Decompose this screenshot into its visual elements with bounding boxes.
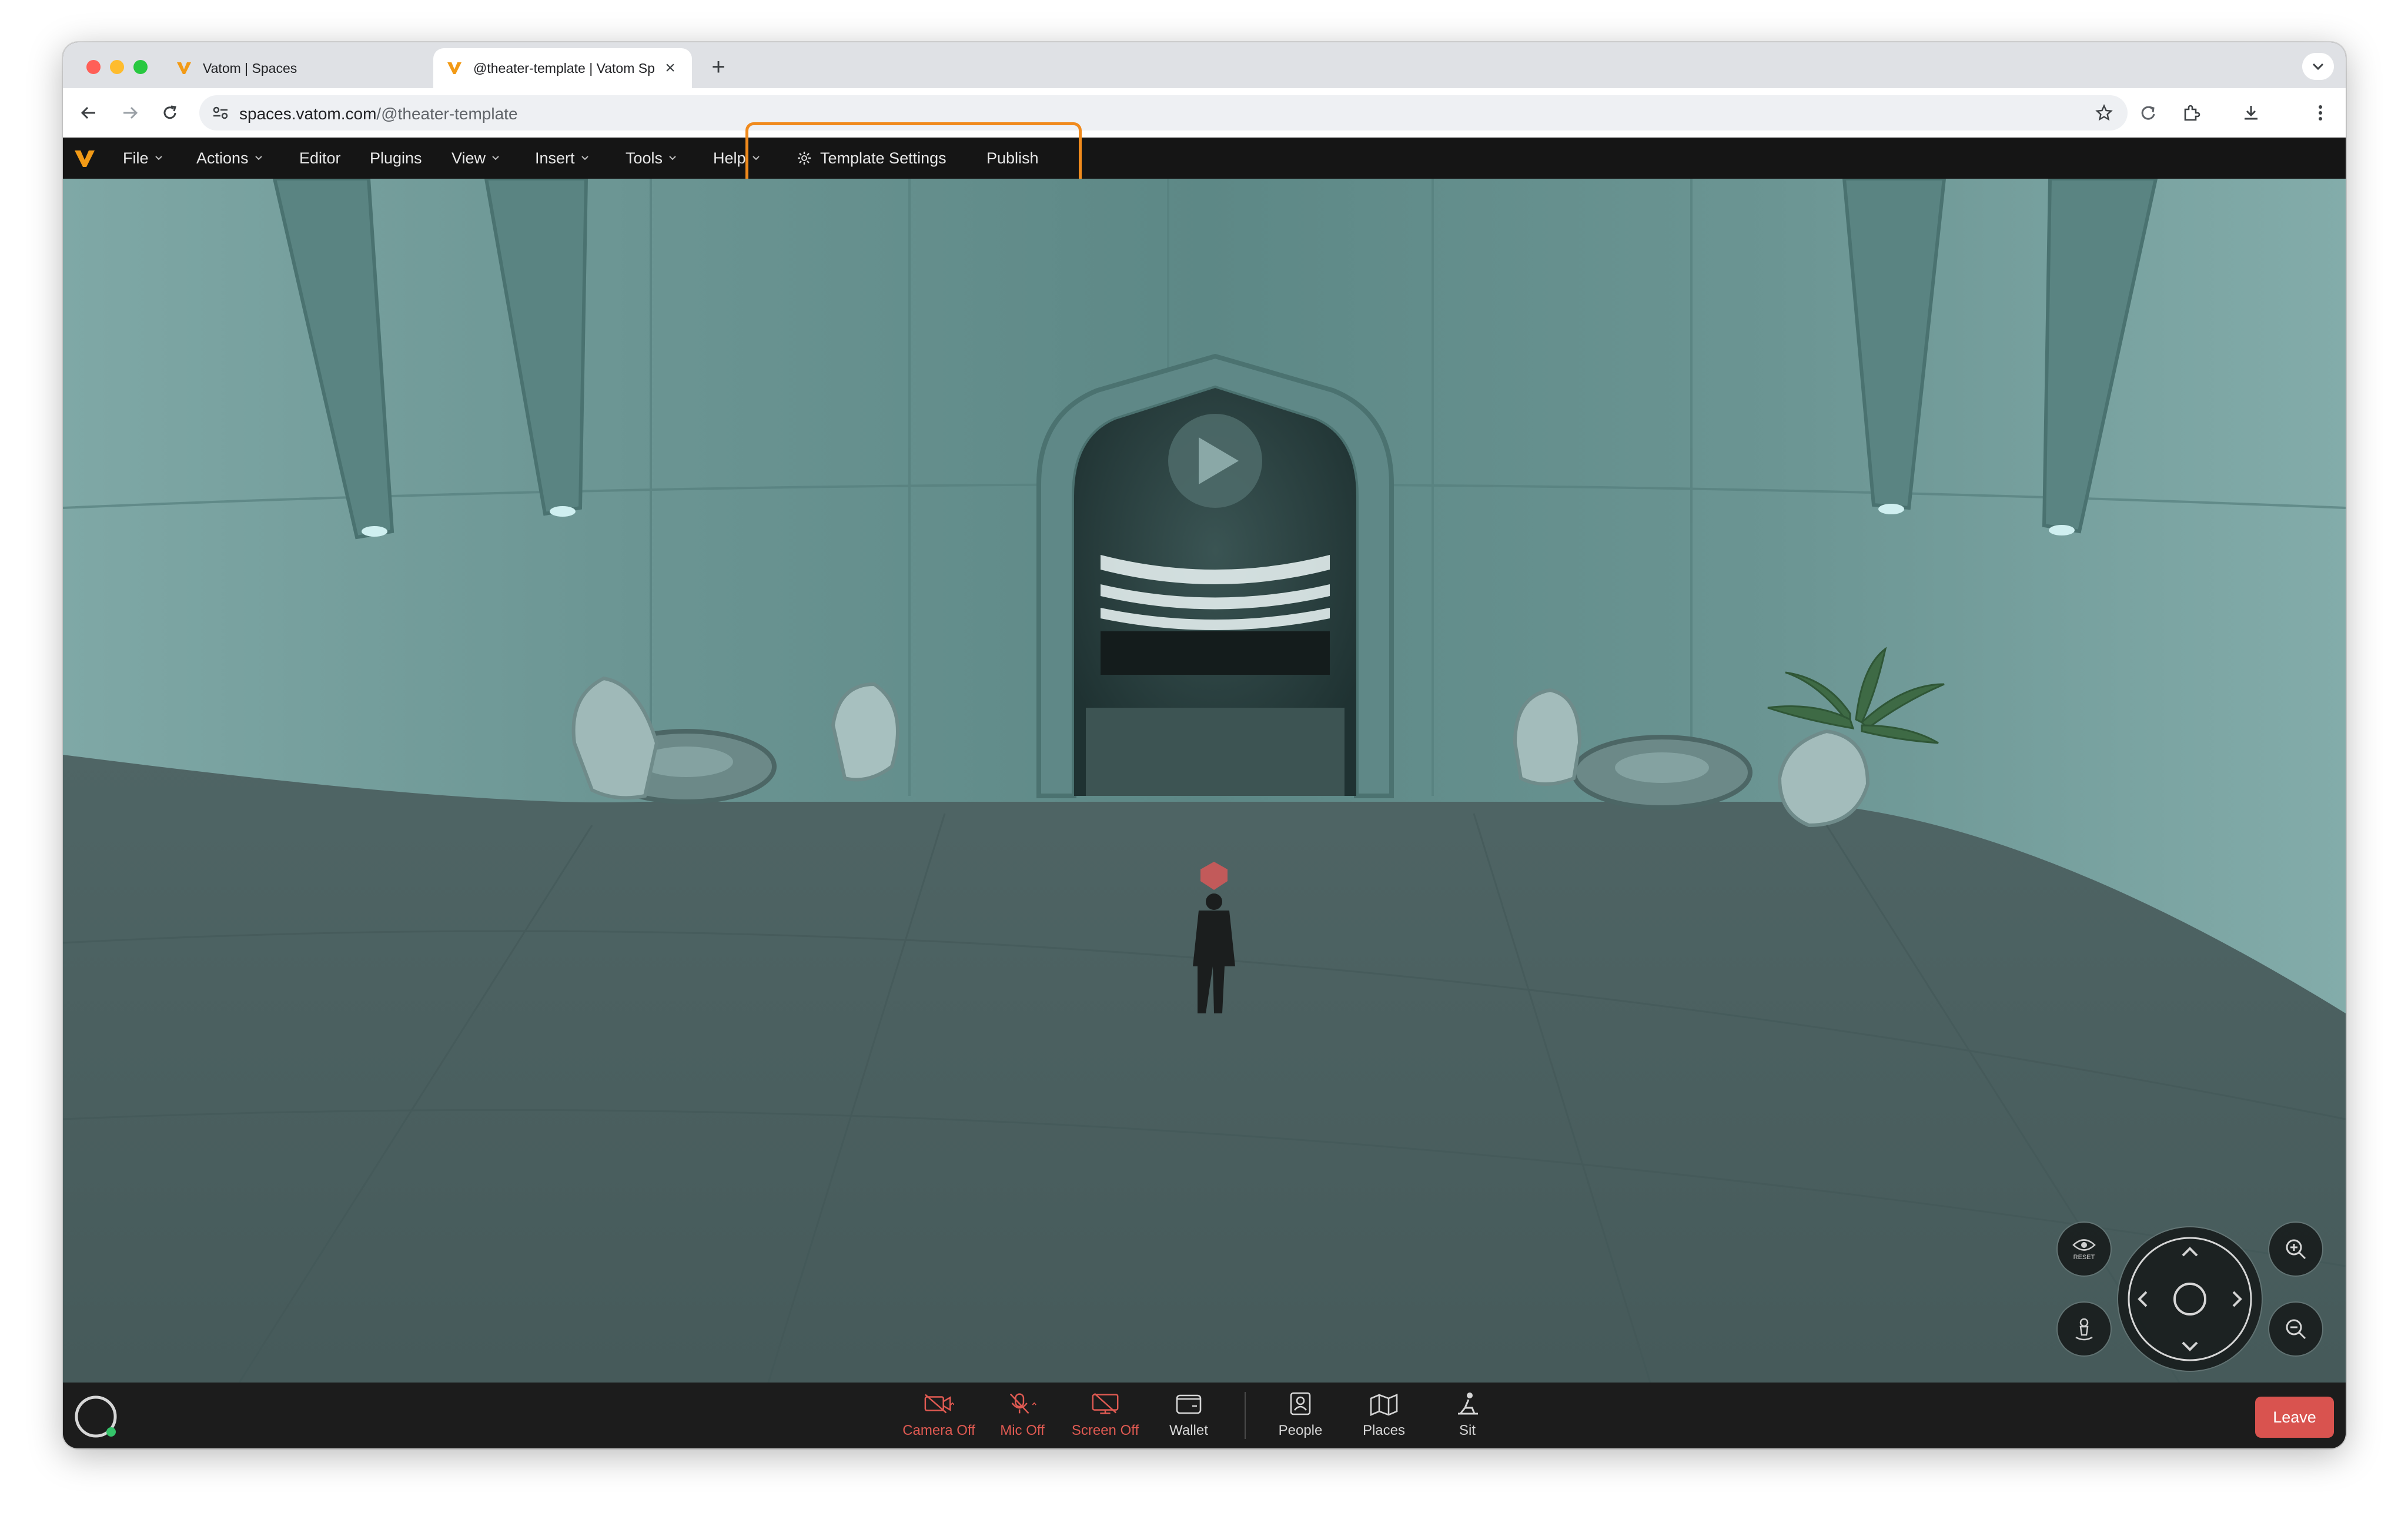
zoom-out-icon (2286, 1319, 2306, 1340)
camera-toggle-button[interactable]: Camera Off (898, 1391, 980, 1444)
tab-title: @theater-template | Vatom Sp (473, 60, 655, 76)
vatom-logo-icon[interactable] (73, 147, 96, 169)
zoom-in-icon (2286, 1239, 2306, 1260)
screen-share-toggle-button[interactable]: Screen Off (1064, 1391, 1146, 1444)
browser-menu-button[interactable] (2307, 100, 2333, 126)
menu-label: View (452, 149, 486, 167)
people-label: People (1278, 1422, 1323, 1438)
tab-title: Vatom | Spaces (203, 60, 297, 76)
menu-label: Actions (196, 149, 249, 167)
menu-file[interactable]: File (123, 138, 163, 179)
back-button[interactable] (76, 100, 102, 126)
vatom-logo-icon (176, 60, 192, 76)
kebab-menu-icon (2319, 105, 2322, 121)
toolbar-divider (1245, 1392, 1246, 1439)
eye-icon (2072, 1239, 2096, 1251)
places-label: Places (1362, 1422, 1406, 1438)
camera-off-icon (924, 1391, 954, 1417)
close-window-button[interactable] (86, 60, 101, 74)
zoom-in-button[interactable] (2269, 1223, 2322, 1276)
extension-button[interactable] (2135, 100, 2161, 126)
places-button[interactable]: Places (1343, 1391, 1425, 1444)
menu-insert[interactable]: Insert (535, 138, 589, 179)
forward-button[interactable] (117, 100, 143, 126)
bookmark-star-icon[interactable] (2093, 102, 2115, 123)
leave-button[interactable]: Leave (2255, 1397, 2334, 1438)
screen-label: Screen Off (1071, 1422, 1139, 1438)
wallet-label: Wallet (1169, 1422, 1208, 1438)
chevron-down-icon (155, 156, 162, 160)
3d-viewport[interactable]: RESET (63, 179, 2346, 1383)
new-tab-button[interactable]: + (707, 54, 730, 80)
app-menubar: File Actions Editor Plugins View Insert … (63, 138, 2346, 179)
scene-render (63, 179, 2346, 1383)
sit-icon (1452, 1391, 1483, 1417)
chevron-down-icon (255, 156, 262, 160)
site-info-icon[interactable] (211, 103, 230, 122)
screen-off-icon (1090, 1391, 1121, 1417)
menu-label: Plugins (370, 149, 422, 167)
reload-button[interactable] (157, 100, 183, 126)
close-tab-icon[interactable]: × (661, 58, 679, 78)
menu-plugins[interactable]: Plugins (370, 138, 422, 179)
menu-actions[interactable]: Actions (196, 138, 263, 179)
extensions-button[interactable] (2178, 100, 2204, 126)
places-icon (1369, 1391, 1399, 1417)
people-button[interactable]: People (1259, 1391, 1342, 1444)
menu-tools[interactable]: Tools (626, 138, 677, 179)
wallet-button[interactable]: Wallet (1148, 1391, 1230, 1444)
url-path: /@theater-template (376, 105, 518, 123)
menu-label: Editor (299, 149, 341, 167)
browser-window: Vatom | Spaces × @theater-template | Vat… (63, 42, 2346, 1448)
downloads-button[interactable] (2238, 100, 2264, 126)
wallet-icon (1173, 1391, 1204, 1417)
back-arrow-icon (81, 106, 95, 119)
menu-label: File (123, 149, 149, 167)
vatom-logo-icon (446, 60, 463, 76)
reset-view-button[interactable]: RESET (2058, 1223, 2111, 1276)
tab-search-button[interactable] (2302, 53, 2334, 80)
people-icon (1285, 1391, 1316, 1417)
zoom-out-button[interactable] (2269, 1303, 2322, 1355)
person-pin-icon (2075, 1318, 2093, 1341)
puzzle-icon (2184, 105, 2200, 121)
movement-joystick[interactable] (2118, 1227, 2262, 1371)
url-host: spaces.vatom.com (239, 105, 377, 123)
menu-editor[interactable]: Editor (299, 138, 341, 179)
bottom-toolbar: Camera Off Mic Off Screen Off Wallet Peo… (63, 1383, 2346, 1448)
mic-label: Mic Off (1000, 1422, 1045, 1438)
menu-label: Tools (626, 149, 663, 167)
download-icon (2245, 106, 2258, 120)
browser-toolbar: spaces.vatom.com/@theater-template (63, 88, 2346, 138)
sit-label: Sit (1459, 1422, 1476, 1438)
chevron-down-icon (492, 156, 499, 160)
avatar-view-button[interactable] (2058, 1303, 2111, 1355)
tab-strip: Vatom | Spaces × @theater-template | Vat… (63, 42, 2346, 88)
url-text: spaces.vatom.com/@theater-template (239, 105, 518, 123)
minimize-window-button[interactable] (110, 60, 124, 74)
menu-view[interactable]: View (452, 138, 500, 179)
reload-icon (163, 105, 176, 119)
sit-button[interactable]: Sit (1426, 1391, 1509, 1444)
camera-label: Camera Off (902, 1422, 975, 1438)
chevron-down-icon (669, 156, 676, 160)
mic-off-icon (1007, 1391, 1038, 1417)
menu-label: Insert (535, 149, 575, 167)
mic-toggle-button[interactable]: Mic Off (981, 1391, 1063, 1444)
menu-label: Help (713, 149, 746, 167)
forward-arrow-icon (123, 106, 138, 119)
browser-tab-active[interactable]: @theater-template | Vatom Sp × (433, 48, 692, 88)
chevron-down-icon (2312, 63, 2324, 71)
address-bar[interactable]: spaces.vatom.com/@theater-template (199, 95, 2128, 130)
connection-status-icon (75, 1395, 117, 1438)
joystick-icon (2128, 1237, 2252, 1361)
reset-label: RESET (2073, 1254, 2095, 1261)
refresh-extension-icon (2141, 106, 2155, 120)
chevron-down-icon (581, 156, 588, 160)
zoom-window-button[interactable] (133, 60, 148, 74)
